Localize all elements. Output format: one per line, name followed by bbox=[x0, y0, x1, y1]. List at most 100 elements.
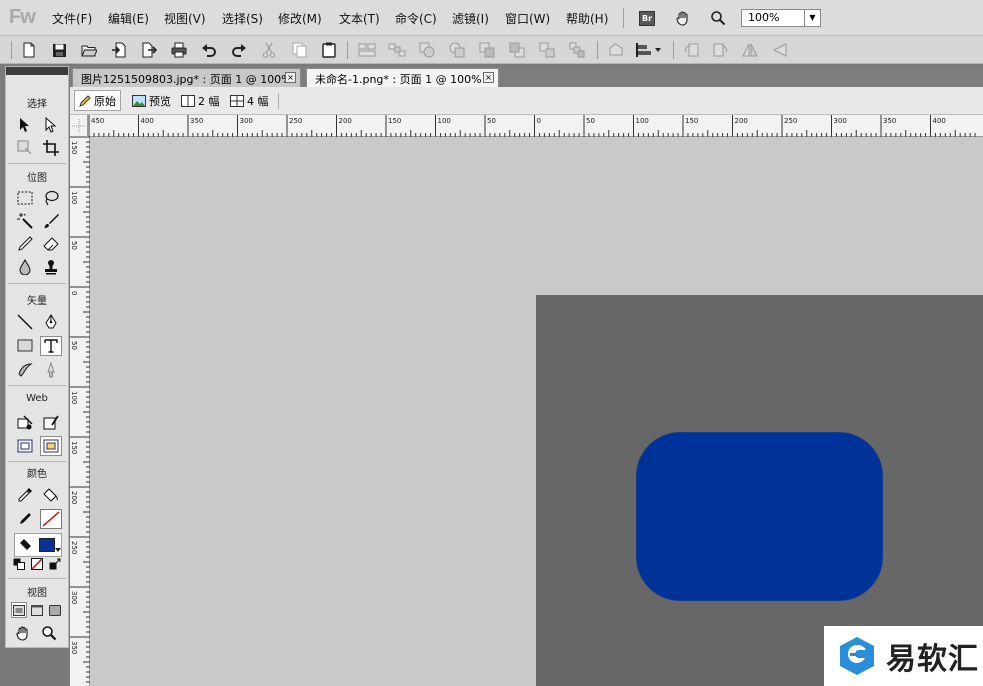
flip-vertical-button[interactable] bbox=[770, 40, 790, 60]
send-to-back-button[interactable] bbox=[567, 40, 587, 60]
zoom-level-select[interactable]: 100% ▼ bbox=[741, 9, 821, 27]
symbol-button[interactable] bbox=[606, 40, 626, 60]
bring-forward-button[interactable] bbox=[507, 40, 527, 60]
send-backward-button[interactable] bbox=[537, 40, 557, 60]
menu-edit[interactable]: 编辑(E) bbox=[108, 10, 149, 27]
flip-horizontal-button[interactable] bbox=[740, 40, 760, 60]
zoom-tool[interactable] bbox=[38, 623, 60, 643]
line-tool[interactable] bbox=[14, 312, 36, 332]
rotate-ccw-button[interactable] bbox=[682, 40, 702, 60]
tools-panel-grip[interactable] bbox=[6, 67, 68, 75]
original-view-button[interactable]: 原始 bbox=[74, 90, 121, 111]
copy-button[interactable] bbox=[289, 40, 309, 60]
align-dropdown-button[interactable] bbox=[633, 40, 663, 60]
tools-section-vector: 矢量 bbox=[27, 296, 47, 307]
open-button[interactable] bbox=[79, 40, 99, 60]
brush-tool[interactable] bbox=[40, 211, 62, 231]
bridge-button[interactable]: Br bbox=[637, 8, 657, 28]
default-colors-button[interactable] bbox=[11, 557, 27, 571]
arrange-forward-icon bbox=[509, 42, 525, 58]
scale-tool[interactable] bbox=[14, 138, 36, 158]
ruler-label: 100 bbox=[636, 117, 649, 125]
export-button[interactable] bbox=[139, 40, 159, 60]
paint-bucket-fill-icon bbox=[20, 539, 31, 550]
new-document-button[interactable] bbox=[19, 40, 39, 60]
tools-section-select: 选择 bbox=[27, 99, 47, 110]
menu-view[interactable]: 视图(V) bbox=[164, 10, 206, 27]
knife-tool[interactable] bbox=[40, 360, 62, 380]
pointer-tool[interactable] bbox=[14, 115, 36, 135]
menu-modify[interactable]: 修改(M) bbox=[278, 10, 322, 27]
close-icon[interactable]: × bbox=[483, 72, 494, 83]
show-slices-button[interactable] bbox=[40, 436, 62, 456]
menu-help[interactable]: 帮助(H) bbox=[566, 10, 608, 27]
swap-colors-button[interactable] bbox=[47, 557, 63, 571]
rubber-stamp-tool[interactable] bbox=[40, 257, 62, 277]
redo-button[interactable] bbox=[229, 40, 249, 60]
undo-button[interactable] bbox=[199, 40, 219, 60]
menu-select[interactable]: 选择(S) bbox=[222, 10, 263, 27]
maximized-screen-mode-button[interactable] bbox=[29, 602, 45, 618]
paste-button[interactable] bbox=[319, 40, 339, 60]
subselection-tool[interactable] bbox=[40, 115, 62, 135]
view-mode-bar: 原始 预览 2 幅 4 幅 bbox=[70, 87, 983, 115]
knife-icon bbox=[47, 362, 55, 378]
stroke-color-button[interactable] bbox=[14, 509, 36, 529]
join-button[interactable] bbox=[417, 40, 437, 60]
hand-tool-button[interactable] bbox=[673, 8, 693, 28]
rounded-rectangle-shape[interactable] bbox=[636, 432, 883, 601]
crop-tool[interactable] bbox=[40, 138, 62, 158]
rotate-cw-button[interactable] bbox=[710, 40, 730, 60]
eraser-tool[interactable] bbox=[40, 234, 62, 254]
screen-mode-standard-icon bbox=[13, 604, 25, 616]
preview-view-button[interactable]: 预览 bbox=[128, 90, 175, 111]
document-tab-1[interactable]: 图片1251509803.jpg* : 页面 1 @ 100% × bbox=[72, 68, 301, 87]
menu-file[interactable]: 文件(F) bbox=[52, 10, 92, 27]
toolbar-separator bbox=[673, 41, 674, 59]
paint-bucket-tool[interactable] bbox=[40, 485, 62, 505]
split-button[interactable] bbox=[447, 40, 467, 60]
rectangle-tool[interactable] bbox=[14, 336, 36, 356]
hide-slices-button[interactable] bbox=[14, 436, 36, 456]
stroke-color-swatch[interactable] bbox=[40, 509, 62, 529]
standard-screen-mode-button[interactable] bbox=[11, 602, 27, 618]
freeform-tool[interactable] bbox=[14, 360, 36, 380]
document-tab-2[interactable]: 未命名-1.png* : 页面 1 @ 100% × bbox=[306, 68, 499, 87]
close-icon[interactable]: × bbox=[285, 72, 296, 83]
fill-color-swatch[interactable] bbox=[39, 538, 55, 552]
menu-filters[interactable]: 滤镜(I) bbox=[452, 10, 489, 27]
text-tool[interactable] bbox=[40, 336, 62, 356]
magic-wand-tool[interactable] bbox=[14, 211, 36, 231]
pencil-tool[interactable] bbox=[14, 234, 36, 254]
menu-window[interactable]: 窗口(W) bbox=[505, 10, 550, 27]
bring-to-front-button[interactable] bbox=[477, 40, 497, 60]
menu-commands[interactable]: 命令(C) bbox=[395, 10, 437, 27]
blur-tool[interactable] bbox=[14, 257, 36, 277]
hand-tool[interactable] bbox=[12, 623, 34, 643]
horizontal-ruler[interactable]: 450 400 350 300 250 200 150 100 50 0 50 100 150 200 25… bbox=[88, 115, 983, 137]
vertical-ruler[interactable]: 150 100 50 0 50 100 150 200 250 300 350 bbox=[70, 136, 90, 686]
print-button[interactable] bbox=[169, 40, 189, 60]
pen-tool[interactable] bbox=[40, 312, 62, 332]
import-button[interactable] bbox=[109, 40, 129, 60]
full-screen-mode-button[interactable] bbox=[47, 602, 63, 618]
ungroup-button[interactable] bbox=[387, 40, 407, 60]
group-button[interactable] bbox=[357, 40, 377, 60]
four-up-view-button[interactable]: 4 幅 bbox=[226, 90, 273, 111]
split-icon bbox=[449, 42, 465, 58]
ruler-origin[interactable] bbox=[70, 115, 88, 137]
zoom-tool-button[interactable] bbox=[708, 8, 728, 28]
eyedropper-tool[interactable] bbox=[14, 485, 36, 505]
eyedropper-icon bbox=[18, 488, 32, 502]
lasso-tool[interactable] bbox=[40, 188, 62, 208]
menu-text[interactable]: 文本(T) bbox=[339, 10, 380, 27]
marquee-tool[interactable] bbox=[14, 188, 36, 208]
two-up-view-button[interactable]: 2 幅 bbox=[177, 90, 224, 111]
cut-button[interactable] bbox=[259, 40, 279, 60]
preview-image-icon bbox=[132, 94, 146, 107]
hotspot-tool[interactable] bbox=[14, 413, 36, 433]
slice-tool[interactable] bbox=[40, 413, 62, 433]
no-stroke-fill-button[interactable] bbox=[29, 557, 45, 571]
canvas-pasteboard[interactable] bbox=[90, 137, 983, 686]
save-button[interactable] bbox=[49, 40, 69, 60]
